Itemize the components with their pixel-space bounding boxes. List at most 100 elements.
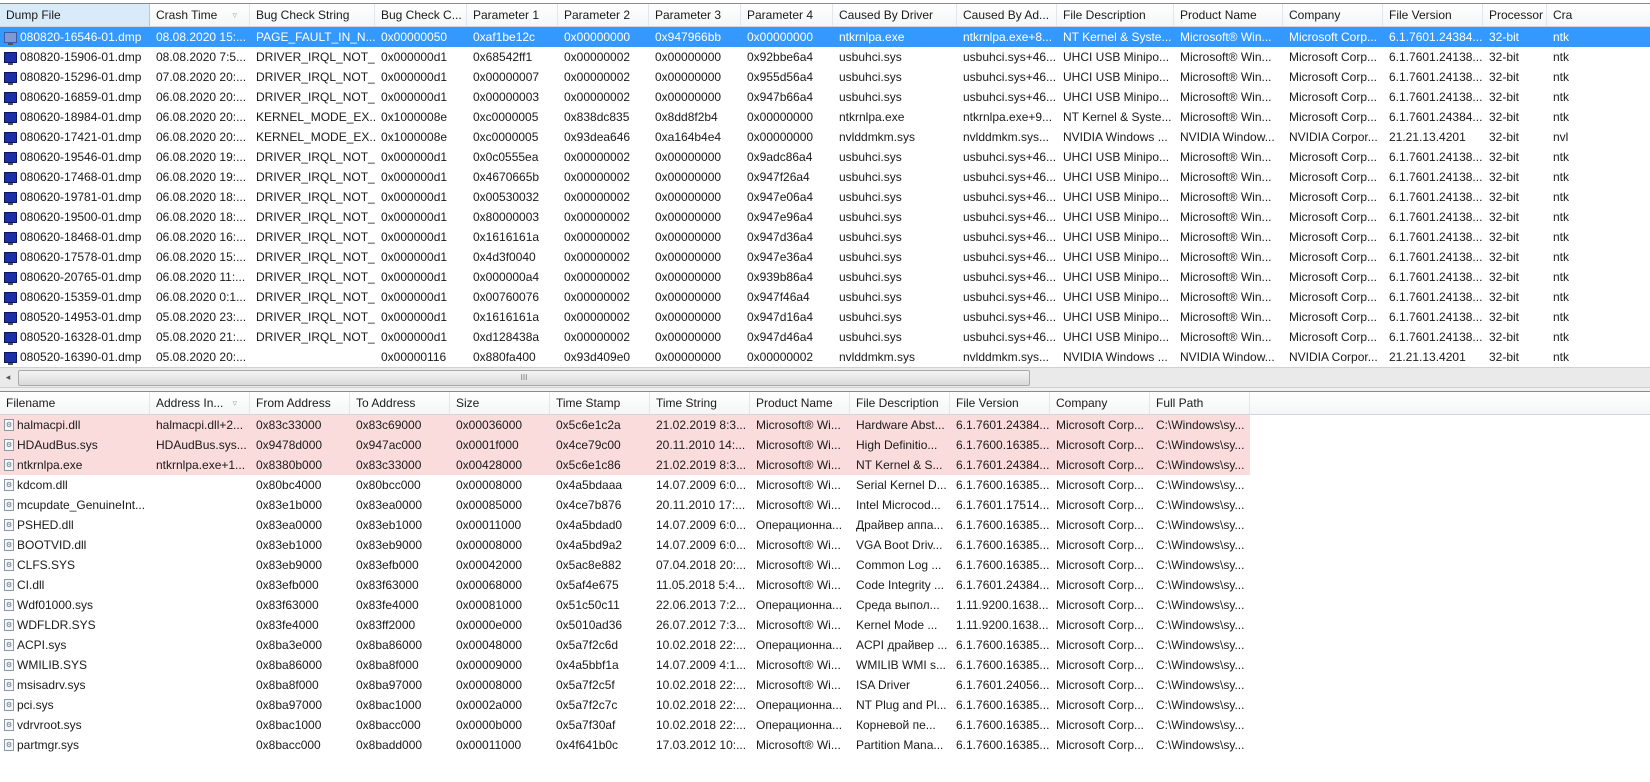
- driver-row[interactable]: ⚙ mcupdate_GenuineInt... 0x83e1b000 0x83ea0…: [0, 495, 1650, 515]
- column-header-time-string[interactable]: Time String: [650, 392, 750, 414]
- cell-full-path: C:\Windows\sy...: [1156, 658, 1245, 672]
- cell-address-in: ntkrnlpa.exe+1...: [150, 455, 250, 475]
- cell-from-address: 0x9478d000: [250, 435, 350, 455]
- cell-filename: ⚙ Wdf01000.sys: [0, 595, 150, 615]
- cell-to-address: 0x83eb1000: [356, 518, 423, 532]
- column-header-full-path[interactable]: Full Path: [1150, 392, 1250, 414]
- cell-dump-file: 080620-18468-01.dmp: [0, 227, 150, 247]
- driver-row[interactable]: ⚙ CLFS.SYS 0x83eb9000 0x83efb000 0x00042000 0…: [0, 555, 1650, 575]
- column-header-from-address[interactable]: From Address: [250, 392, 350, 414]
- crash-row[interactable]: 080620-17468-01.dmp 06.08.2020 19:... DRIV…: [0, 167, 1650, 187]
- cell-dump-file: 080620-16859-01.dmp: [0, 87, 150, 107]
- cell-caused-by-driver: ntkrnlpa.exe: [839, 30, 905, 44]
- column-header-cra[interactable]: Cra: [1547, 4, 1650, 26]
- crash-row[interactable]: 080520-16328-01.dmp 05.08.2020 21:... DRIV…: [0, 327, 1650, 347]
- cell-text: 080620-18468-01.dmp: [20, 230, 142, 244]
- driver-row[interactable]: ⚙ ntkrnlpa.exe ntkrnlpa.exe+1... 0x8380b000…: [0, 455, 1650, 475]
- crash-row[interactable]: 080620-17421-01.dmp 06.08.2020 20:... KERN…: [0, 127, 1650, 147]
- driver-row[interactable]: ⚙ CI.dll 0x83efb000 0x83f63000 0x00068000 0x5…: [0, 575, 1650, 595]
- cell-address-in: [150, 715, 250, 735]
- cell-caused-by-driver: usbuhci.sys: [839, 70, 902, 84]
- column-header-caused-by-driver[interactable]: Caused By Driver: [833, 4, 957, 26]
- crash-row[interactable]: 080620-18468-01.dmp 06.08.2020 16:... DRIV…: [0, 227, 1650, 247]
- cell-parameter-3: 0x947966bb: [655, 30, 722, 44]
- column-header-to-address[interactable]: To Address: [350, 392, 450, 414]
- column-header-parameter-4[interactable]: Parameter 4: [741, 4, 833, 26]
- crash-row[interactable]: 080620-19546-01.dmp 06.08.2020 19:... DRIV…: [0, 147, 1650, 167]
- column-header-file-version[interactable]: File Version: [950, 392, 1050, 414]
- crash-row[interactable]: 080620-19781-01.dmp 06.08.2020 18:... DRIV…: [0, 187, 1650, 207]
- cell-company: Microsoft Corp...: [1289, 210, 1378, 224]
- driver-row[interactable]: ⚙ ACPI.sys 0x8ba3e000 0x8ba86000 0x00048000 0…: [0, 635, 1650, 655]
- driver-row[interactable]: ⚙ partmgr.sys 0x8bacc000 0x8badd000 0x000110…: [0, 735, 1650, 755]
- column-header-company[interactable]: Company: [1050, 392, 1150, 414]
- column-header-dump-file[interactable]: Dump File: [0, 4, 150, 26]
- crash-row[interactable]: 080520-14953-01.dmp 05.08.2020 23:... DRIV…: [0, 307, 1650, 327]
- driver-row[interactable]: ⚙ pci.sys 0x8ba97000 0x8bac1000 0x0002a000 0x…: [0, 695, 1650, 715]
- driver-row[interactable]: ⚙ BOOTVID.dll 0x83eb1000 0x83eb9000 0x000080…: [0, 535, 1650, 555]
- crash-row[interactable]: 080620-16859-01.dmp 06.08.2020 20:... DRIV…: [0, 87, 1650, 107]
- cell-company: Microsoft Corp...: [1056, 598, 1145, 612]
- crash-row[interactable]: 080620-15359-01.dmp 06.08.2020 0:1... DRIV…: [0, 287, 1650, 307]
- cell-file-version: 6.1.7600.16385...: [956, 538, 1050, 552]
- scrollbar-thumb[interactable]: III: [18, 370, 1030, 386]
- column-header-filename[interactable]: Filename: [0, 392, 150, 414]
- column-header-address-in[interactable]: Address In... ▿: [150, 392, 250, 414]
- column-header-size[interactable]: Size: [450, 392, 550, 414]
- crash-row[interactable]: 080620-17578-01.dmp 06.08.2020 15:... DRIV…: [0, 247, 1650, 267]
- column-header-bug-check-string[interactable]: Bug Check String: [250, 4, 375, 26]
- column-header-parameter-1[interactable]: Parameter 1: [467, 4, 558, 26]
- cell-file-description: UHCI USB Minipo...: [1063, 190, 1170, 204]
- cell-text: 080620-16859-01.dmp: [20, 90, 142, 104]
- column-header-company[interactable]: Company: [1283, 4, 1383, 26]
- cell-product-name: Microsoft® Wi...: [756, 678, 841, 692]
- cell-time-string: 14.07.2009 4:1...: [656, 658, 747, 672]
- driver-row[interactable]: ⚙ msisadrv.sys 0x8ba8f000 0x8ba97000 0x00008…: [0, 675, 1650, 695]
- crash-row[interactable]: 080620-20765-01.dmp 06.08.2020 11:... DRIV…: [0, 267, 1650, 287]
- column-header-time-stamp[interactable]: Time Stamp: [550, 392, 650, 414]
- cell-address-in: [150, 515, 250, 535]
- driver-row[interactable]: ⚙ halmacpi.dll halmacpi.dll+2... 0x83c33000…: [0, 415, 1650, 435]
- cell-company: Microsoft Corp...: [1056, 638, 1145, 652]
- driver-list-pane: Filename Address In... ▿ From Address To Add…: [0, 391, 1650, 782]
- column-header-parameter-3[interactable]: Parameter 3: [649, 4, 741, 26]
- crash-row[interactable]: 080820-16546-01.dmp 08.08.2020 15:... PAGE…: [0, 27, 1650, 47]
- driver-row[interactable]: ⚙ Wdf01000.sys 0x83f63000 0x83fe4000 0x00081…: [0, 595, 1650, 615]
- driver-row[interactable]: ⚙ WMILIB.SYS 0x8ba86000 0x8ba8f000 0x0000900…: [0, 655, 1650, 675]
- column-header-product-name[interactable]: Product Name: [750, 392, 850, 414]
- cell-product-name: Microsoft® Wi...: [756, 558, 841, 572]
- column-header-file-description[interactable]: File Description: [850, 392, 950, 414]
- driver-row[interactable]: ⚙ kdcom.dll 0x80bc4000 0x80bcc000 0x00008000…: [0, 475, 1650, 495]
- driver-row[interactable]: ⚙ vdrvroot.sys 0x8bac1000 0x8bacc000 0x0000b…: [0, 715, 1650, 735]
- driver-file-icon: ⚙: [4, 459, 14, 471]
- cell-parameter-3: 0x8dd8f2b4: [655, 110, 718, 124]
- cell-company: Microsoft Corp...: [1056, 678, 1145, 692]
- crash-row[interactable]: 080820-15906-01.dmp 08.08.2020 7:5... DRIV…: [0, 47, 1650, 67]
- driver-row[interactable]: ⚙ WDFLDR.SYS 0x83fe4000 0x83ff2000 0x0000e00…: [0, 615, 1650, 635]
- crash-row[interactable]: 080820-15296-01.dmp 07.08.2020 20:... DRIV…: [0, 67, 1650, 87]
- column-header-product-name[interactable]: Product Name: [1174, 4, 1283, 26]
- cell-cra: ntk: [1553, 210, 1570, 224]
- column-header-bug-check-c[interactable]: Bug Check C...: [375, 4, 467, 26]
- driver-row[interactable]: ⚙ HDAudBus.sys HDAudBus.sys... 0x9478d000 0x…: [0, 435, 1650, 455]
- cell-parameter-3: 0xa164b4e4: [655, 130, 722, 144]
- crash-row[interactable]: 080520-16390-01.dmp 05.08.2020 20:... 0x00…: [0, 347, 1650, 366]
- cell-text: 080620-19500-01.dmp: [20, 210, 142, 224]
- crash-row[interactable]: 080620-19500-01.dmp 06.08.2020 18:... DRIV…: [0, 207, 1650, 227]
- cell-text: HDAudBus.sys: [17, 438, 98, 452]
- dump-file-monitor-icon: [4, 331, 17, 345]
- column-header-processor[interactable]: Processor: [1483, 4, 1547, 26]
- cell-to-address: 0x8ba97000: [356, 678, 423, 692]
- column-header-file-version[interactable]: File Version: [1383, 4, 1483, 26]
- cell-address-in: [150, 635, 250, 655]
- column-header-label: Caused By Ad...: [963, 8, 1050, 22]
- driver-row[interactable]: ⚙ PSHED.dll 0x83ea0000 0x83eb1000 0x00011000…: [0, 515, 1650, 535]
- column-header-caused-by-ad[interactable]: Caused By Ad...: [957, 4, 1057, 26]
- scroll-left-arrow-icon[interactable]: ◂: [0, 368, 16, 387]
- column-header-label: Dump File: [6, 8, 61, 22]
- crash-row[interactable]: 080620-18984-01.dmp 06.08.2020 20:... KERN…: [0, 107, 1650, 127]
- column-header-file-description[interactable]: File Description: [1057, 4, 1174, 26]
- column-header-crash-time[interactable]: Crash Time ▿: [150, 4, 250, 26]
- column-header-parameter-2[interactable]: Parameter 2: [558, 4, 649, 26]
- horizontal-scrollbar[interactable]: ◂ III: [0, 367, 1650, 388]
